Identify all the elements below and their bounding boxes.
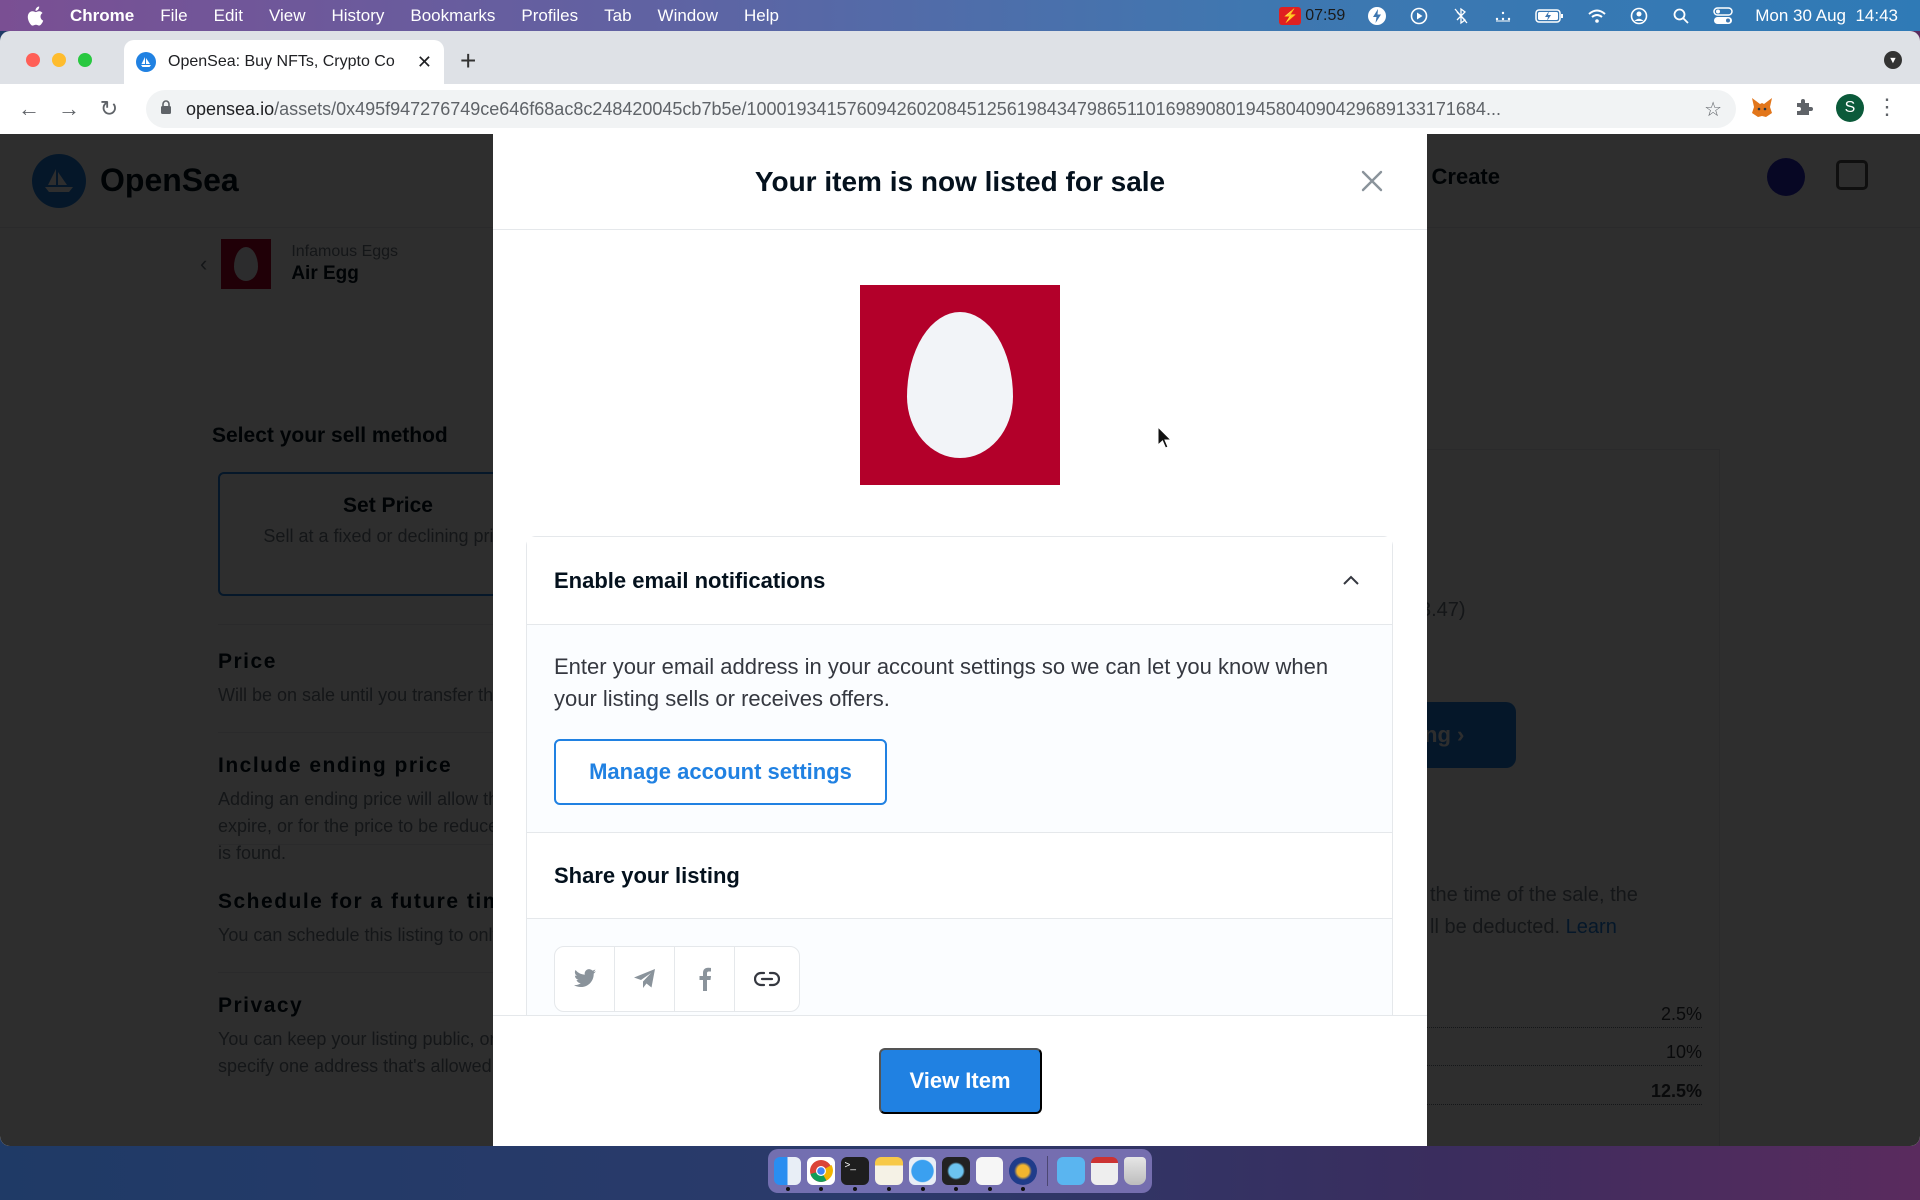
modal-header: Your item is now listed for sale: [493, 134, 1427, 230]
dock-chrome-icon[interactable]: [807, 1157, 836, 1191]
macos-dock: >_: [768, 1149, 1152, 1193]
dots-icon[interactable]: [1493, 6, 1513, 26]
telegram-icon: [633, 969, 655, 988]
copy-link-button[interactable]: [735, 947, 799, 1011]
share-listing-body: [527, 919, 1392, 1016]
macos-menu-bar: Chrome File Edit View History Bookmarks …: [0, 0, 1920, 31]
menu-bookmarks[interactable]: Bookmarks: [410, 6, 495, 26]
egg-shape: [907, 312, 1013, 458]
reload-icon[interactable]: ↻: [98, 96, 120, 122]
user-circle-icon[interactable]: [1629, 6, 1649, 26]
bluetooth-off-icon[interactable]: [1451, 6, 1471, 26]
apple-logo-icon[interactable]: [26, 6, 48, 26]
control-center-icon[interactable]: [1713, 6, 1734, 26]
email-notifications-header[interactable]: Enable email notifications: [527, 537, 1392, 625]
tab-opensea[interactable]: OpenSea: Buy NFTs, Crypto Co ✕: [124, 40, 444, 84]
manage-account-settings-button[interactable]: Manage account settings: [554, 739, 887, 805]
forward-icon[interactable]: →: [58, 96, 80, 122]
chrome-menu-icon[interactable]: ⋮: [1876, 94, 1898, 120]
battery-charging-icon[interactable]: [1535, 6, 1565, 26]
dock-reeder-icon[interactable]: [1009, 1157, 1037, 1191]
chrome-window: OpenSea: Buy NFTs, Crypto Co ✕ + ▼ ← → ↻…: [0, 31, 1920, 1146]
bolt-icon[interactable]: [1367, 6, 1387, 26]
close-tab-icon[interactable]: ✕: [417, 52, 432, 73]
share-telegram-button[interactable]: [615, 947, 675, 1011]
modal-footer: View Item: [493, 1015, 1427, 1146]
facebook-icon: [699, 967, 711, 991]
tab-title: OpenSea: Buy NFTs, Crypto Co: [168, 53, 395, 70]
share-listing-header: Share your listing: [527, 833, 1392, 919]
close-window-button[interactable]: [26, 53, 40, 67]
tab-search-icon[interactable]: ▼: [1884, 51, 1902, 69]
share-buttons: [554, 946, 800, 1012]
maximize-window-button[interactable]: [78, 53, 92, 67]
window-controls: [26, 53, 92, 67]
close-icon: [1361, 170, 1383, 192]
menu-help[interactable]: Help: [744, 6, 779, 26]
modal-title: Your item is now listed for sale: [754, 165, 1166, 197]
share-facebook-button[interactable]: [675, 947, 735, 1011]
screen-recording-indicator[interactable]: ⚡ 07:59: [1279, 6, 1346, 25]
share-twitter-button[interactable]: [555, 947, 615, 1011]
menu-profiles[interactable]: Profiles: [521, 6, 578, 26]
close-modal-button[interactable]: [1355, 164, 1389, 198]
menu-file[interactable]: File: [160, 6, 187, 26]
new-tab-button[interactable]: +: [460, 45, 476, 77]
dock-trash-icon[interactable]: [1124, 1157, 1147, 1185]
email-notifications-text: Enter your email address in your account…: [554, 654, 1329, 711]
opensea-page: OpenSea Resources Create ‹ Infamous Eggs…: [0, 134, 1920, 1146]
menu-tab[interactable]: Tab: [604, 6, 631, 26]
menu-view[interactable]: View: [269, 6, 306, 26]
chevron-up-icon[interactable]: [1342, 573, 1360, 591]
browser-toolbar: ← → ↻ opensea.io /assets/0x495f947276749…: [0, 84, 1920, 134]
share-listing-title: Share your listing: [554, 862, 740, 888]
dock-separator: [1046, 1156, 1048, 1186]
menubar-clock[interactable]: Mon 30 Aug 14:43: [1755, 6, 1898, 26]
address-bar[interactable]: opensea.io /assets/0x495f947276749ce646f…: [146, 90, 1736, 128]
dock-preview-icon[interactable]: [1090, 1157, 1119, 1185]
spotlight-search-icon[interactable]: [1671, 6, 1691, 26]
modal-panels: Enable email notifications Enter your em…: [526, 536, 1393, 1016]
dock-quicktime-icon[interactable]: [942, 1157, 970, 1191]
link-icon: [754, 971, 780, 987]
profile-avatar[interactable]: S: [1836, 94, 1864, 122]
email-notifications-body: Enter your email address in your account…: [527, 625, 1392, 833]
modal-body: Enable email notifications Enter your em…: [493, 231, 1427, 1016]
dock-terminal-icon[interactable]: >_: [841, 1157, 870, 1191]
url-path: /assets/0x495f947276749ce646f68ac8c24842…: [274, 98, 1501, 119]
play-circle-icon[interactable]: [1409, 6, 1429, 26]
dock-textedit-icon[interactable]: [975, 1157, 1004, 1191]
nft-image: [860, 285, 1060, 485]
email-notifications-title: Enable email notifications: [554, 567, 826, 593]
url-host: opensea.io: [186, 98, 275, 119]
twitter-icon: [573, 969, 596, 988]
wifi-icon[interactable]: [1587, 6, 1607, 26]
tab-strip: OpenSea: Buy NFTs, Crypto Co ✕ + ▼: [0, 31, 1920, 84]
dock-notes-icon[interactable]: [875, 1157, 903, 1191]
extensions-puzzle-icon[interactable]: [1794, 97, 1814, 123]
recording-icon: ⚡: [1279, 6, 1302, 25]
listing-success-modal: Your item is now listed for sale Enable …: [493, 134, 1427, 1146]
metamask-extension-icon[interactable]: [1750, 97, 1774, 125]
opensea-favicon-icon: [136, 52, 156, 72]
menu-chrome[interactable]: Chrome: [70, 6, 134, 26]
menu-window[interactable]: Window: [658, 6, 718, 26]
lock-icon[interactable]: [160, 99, 174, 120]
dock-folder-icon[interactable]: [1057, 1157, 1085, 1185]
recording-time: 07:59: [1305, 6, 1346, 24]
menu-edit[interactable]: Edit: [214, 6, 243, 26]
mouse-cursor-icon: [1157, 425, 1173, 455]
back-icon[interactable]: ←: [18, 96, 40, 122]
bookmark-star-icon[interactable]: ☆: [1704, 97, 1722, 122]
minimize-window-button[interactable]: [52, 53, 66, 67]
dock-finder-icon[interactable]: [774, 1157, 802, 1191]
view-item-button[interactable]: View Item: [878, 1048, 1042, 1114]
dock-safari-icon[interactable]: [908, 1157, 937, 1191]
menu-history[interactable]: History: [331, 6, 384, 26]
